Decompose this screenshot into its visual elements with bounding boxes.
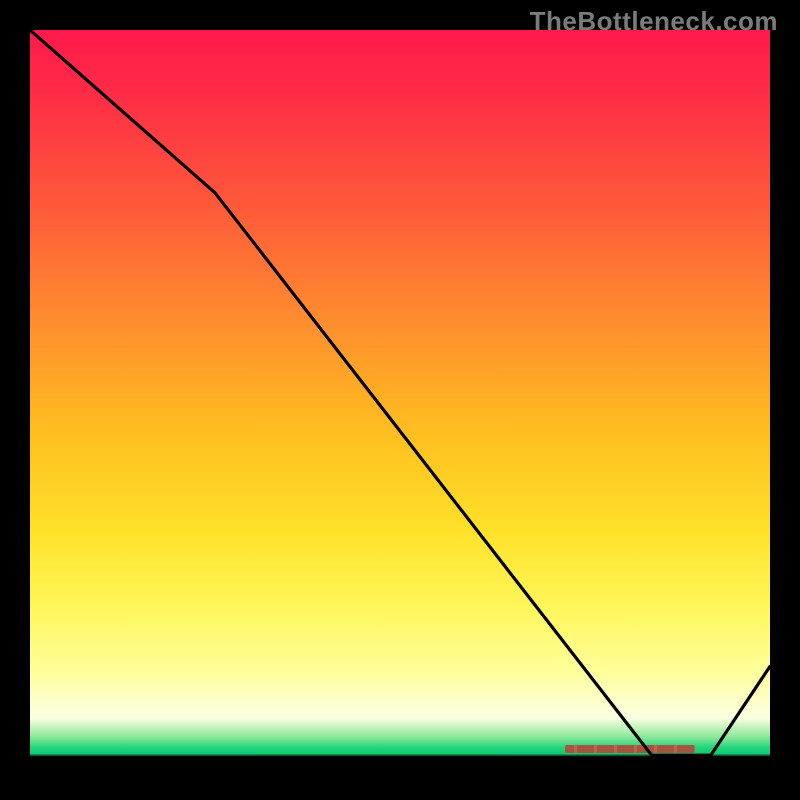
baseline-marker: [565, 745, 695, 753]
chart-gradient-background: [30, 30, 770, 770]
chart-container: [30, 30, 770, 770]
